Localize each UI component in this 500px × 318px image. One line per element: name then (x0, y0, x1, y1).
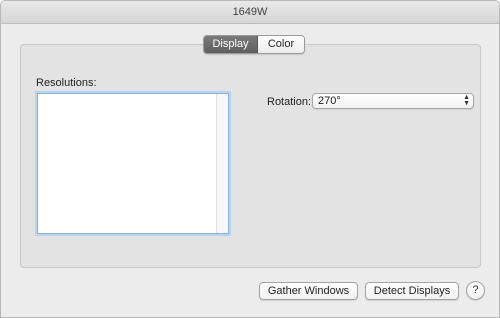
window-title: 1649W (1, 1, 499, 24)
help-button[interactable]: ? (466, 281, 485, 300)
tab-display[interactable]: Display (204, 36, 258, 53)
tab-color[interactable]: Color (258, 36, 304, 53)
resolutions-scrollbar[interactable] (216, 94, 228, 233)
resolutions-label: Resolutions: (36, 77, 97, 89)
stepper-arrows-icon: ▲ ▼ (463, 94, 470, 107)
tab-bar: Display Color (203, 35, 305, 54)
resolutions-list[interactable] (37, 93, 229, 234)
display-preferences-window: 1649W Display Color Resolutions: Rotatio… (0, 0, 500, 318)
gather-windows-button[interactable]: Gather Windows (259, 282, 358, 300)
detect-displays-button[interactable]: Detect Displays (365, 282, 459, 300)
rotation-label: Rotation: (267, 96, 312, 108)
rotation-select[interactable]: 270° ▲ ▼ (312, 93, 474, 109)
rotation-value: 270° (318, 95, 341, 107)
